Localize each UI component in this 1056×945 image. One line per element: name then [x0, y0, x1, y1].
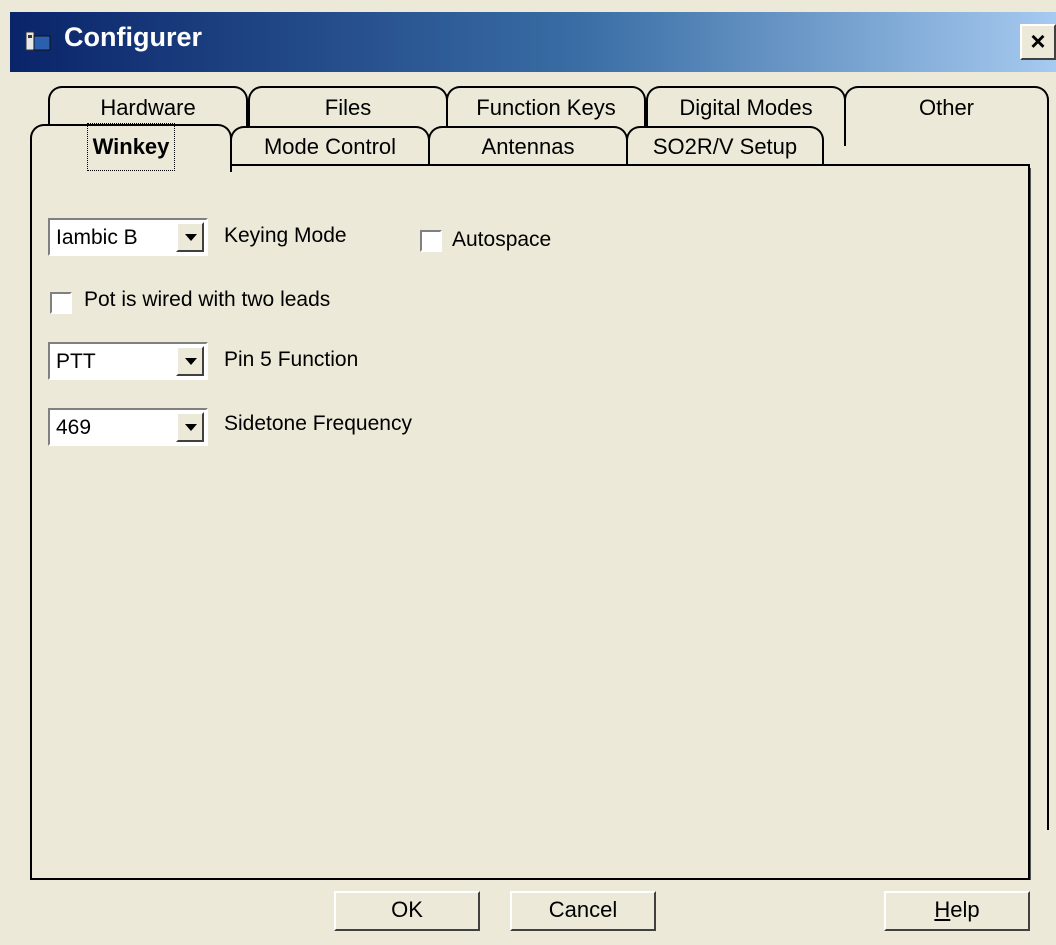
sidetone-frequency-value: 469 — [56, 416, 92, 439]
tab-panel-winkey: Iambic B Keying Mode Autospace Pot is wi… — [30, 164, 1030, 880]
tab-label: Hardware — [100, 95, 196, 120]
help-accelerator: H — [934, 897, 951, 922]
tab-label: Other — [918, 95, 975, 120]
ok-button[interactable]: OK — [334, 891, 480, 931]
tab-label: SO2R/V Setup — [652, 134, 798, 159]
autospace-label: Autospace — [452, 228, 552, 251]
tab-label: Digital Modes — [679, 95, 813, 120]
chevron-down-icon[interactable] — [176, 222, 204, 252]
pot-two-leads-label: Pot is wired with two leads — [84, 288, 331, 311]
tab-antennas[interactable]: Antennas — [428, 126, 628, 166]
help-label-rest: elp — [950, 897, 980, 922]
tab-label: Mode Control — [263, 134, 397, 159]
tab-label: Antennas — [481, 134, 575, 159]
pin5-function-select[interactable]: PTT — [48, 342, 208, 380]
pin5-function-value: PTT — [56, 350, 96, 373]
pin5-function-label: Pin 5 Function — [224, 348, 359, 371]
title-bar[interactable]: Configurer × — [10, 12, 1056, 72]
window-title: Configurer — [64, 22, 202, 52]
keying-mode-value: Iambic B — [56, 226, 138, 249]
cancel-button[interactable]: Cancel — [510, 891, 656, 931]
sidetone-frequency-select[interactable]: 469 — [48, 408, 208, 446]
configurer-window: Configurer × Hardware Files Function Key… — [0, 0, 1056, 945]
tab-label: Winkey — [86, 123, 176, 171]
close-button[interactable]: × — [1020, 24, 1056, 60]
tab-so2r-setup[interactable]: SO2R/V Setup — [626, 126, 824, 166]
keying-mode-select[interactable]: Iambic B — [48, 218, 208, 256]
tab-winkey[interactable]: Winkey — [30, 123, 232, 172]
tab-label: Function Keys — [476, 95, 616, 120]
app-icon — [25, 31, 51, 51]
autospace-checkbox[interactable] — [420, 230, 442, 252]
help-button[interactable]: Help — [884, 891, 1030, 931]
pot-two-leads-checkbox[interactable] — [50, 292, 72, 314]
tab-label: Files — [324, 95, 372, 120]
tab-mode-control[interactable]: Mode Control — [230, 126, 430, 166]
sidetone-frequency-label: Sidetone Frequency — [224, 412, 412, 435]
chevron-down-icon[interactable] — [176, 346, 204, 376]
chevron-down-icon[interactable] — [176, 412, 204, 442]
keying-mode-label: Keying Mode — [224, 224, 347, 247]
